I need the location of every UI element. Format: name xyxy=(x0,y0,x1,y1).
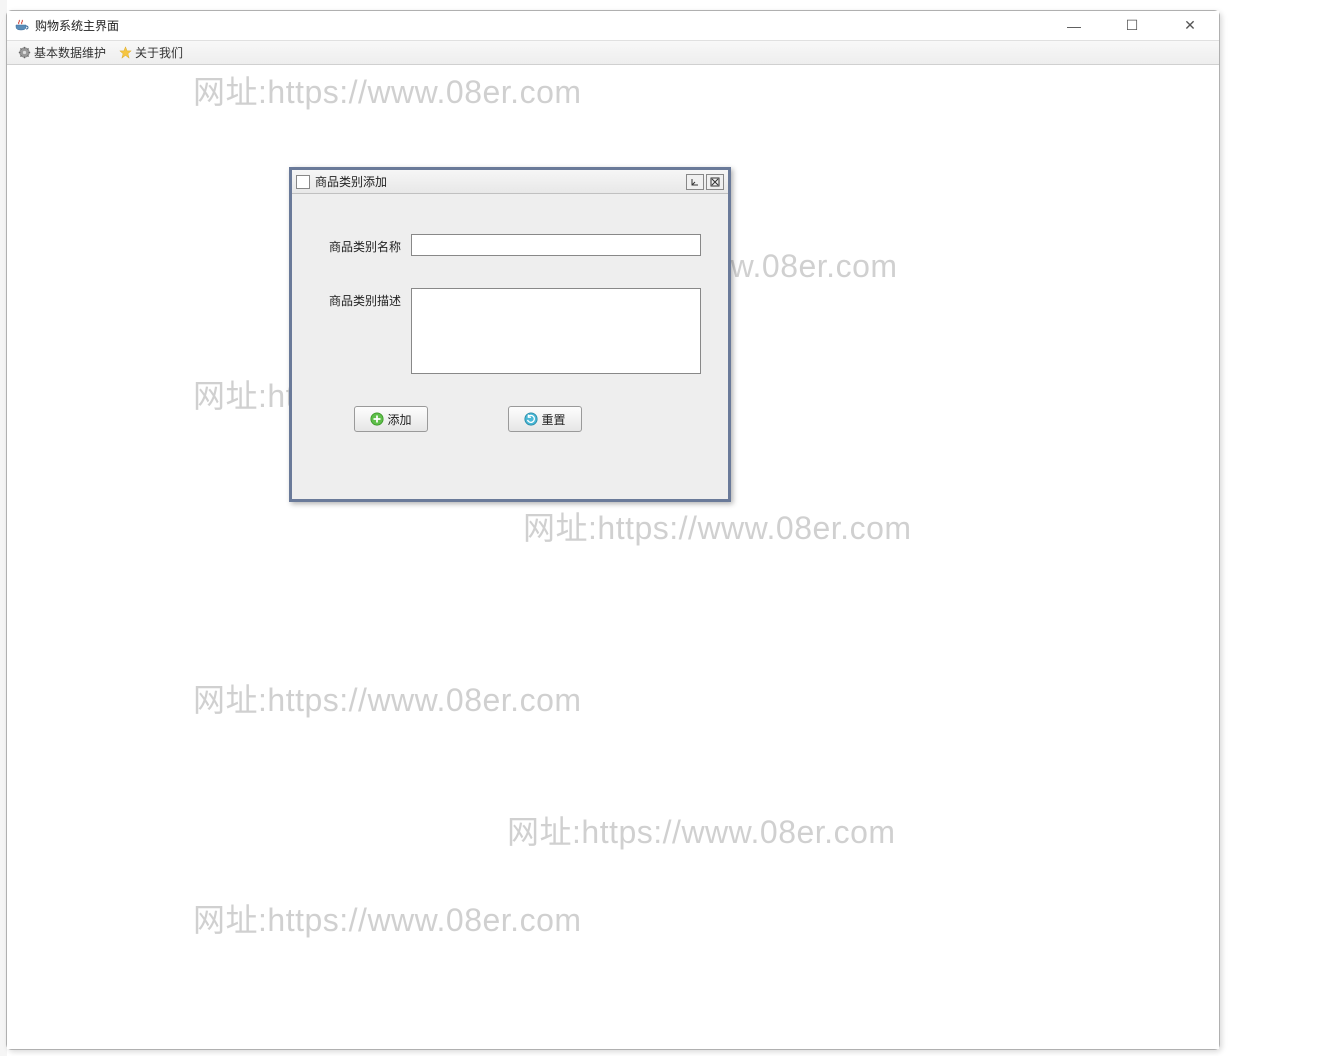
gear-icon xyxy=(17,46,31,60)
watermark-text: 网址:https://www.08er.com xyxy=(193,67,582,113)
plus-circle-icon xyxy=(370,412,384,426)
refresh-icon xyxy=(524,412,538,426)
dialog-close-button[interactable] xyxy=(706,174,724,190)
add-button-label: 添加 xyxy=(387,411,411,428)
watermark-text: 网址:https://www.08er.com xyxy=(193,675,582,721)
watermark-text: 网址:https://www.08er.com xyxy=(507,807,896,853)
maximize-button[interactable]: ☐ xyxy=(1117,16,1147,36)
category-name-input[interactable] xyxy=(411,234,701,256)
add-button[interactable]: 添加 xyxy=(354,406,428,432)
category-name-row: 商品类别名称 xyxy=(316,234,704,256)
menu-basic-data[interactable]: 基本数据维护 xyxy=(11,42,112,63)
main-window: 购物系统主界面 — ☐ ✕ 基本数据维护 关于我们 xyxy=(6,10,1220,1050)
dialog-minimize-button[interactable] xyxy=(686,174,704,190)
dialog-button-row: 添加 重置 xyxy=(316,406,704,432)
category-desc-label: 商品类别描述 xyxy=(316,288,411,309)
menu-basic-data-label: 基本数据维护 xyxy=(34,44,106,61)
watermark-text: 网址:https://www.08er.com xyxy=(193,895,582,941)
dialog-title: 商品类别添加 xyxy=(315,173,684,190)
close-button[interactable]: ✕ xyxy=(1175,16,1205,36)
category-desc-textarea[interactable] xyxy=(411,288,701,374)
jinternal-frame-icon xyxy=(296,175,310,189)
star-icon xyxy=(118,46,132,60)
window-title: 购物系统主界面 xyxy=(35,17,119,34)
dialog-body: 商品类别名称 商品类别描述 添加 xyxy=(292,194,728,452)
mdi-desktop: 网址:https://www.08er.com 网址:https://www.0… xyxy=(7,65,1219,1049)
dialog-titlebar[interactable]: 商品类别添加 xyxy=(292,170,728,194)
java-coffee-icon xyxy=(13,18,29,34)
menu-about-label: 关于我们 xyxy=(135,44,183,61)
window-controls: — ☐ ✕ xyxy=(1059,16,1213,36)
watermark-text: 网址:https://www.08er.com xyxy=(523,503,912,549)
window-titlebar[interactable]: 购物系统主界面 — ☐ ✕ xyxy=(7,11,1219,41)
reset-button[interactable]: 重置 xyxy=(508,406,582,432)
menu-about[interactable]: 关于我们 xyxy=(112,42,189,63)
reset-button-label: 重置 xyxy=(541,411,565,428)
add-category-dialog: 商品类别添加 商品类别名称 商品类别描述 xyxy=(289,167,731,502)
category-desc-row: 商品类别描述 xyxy=(316,288,704,374)
menubar: 基本数据维护 关于我们 xyxy=(7,41,1219,65)
minimize-button[interactable]: — xyxy=(1059,16,1089,36)
category-name-label: 商品类别名称 xyxy=(316,234,411,255)
